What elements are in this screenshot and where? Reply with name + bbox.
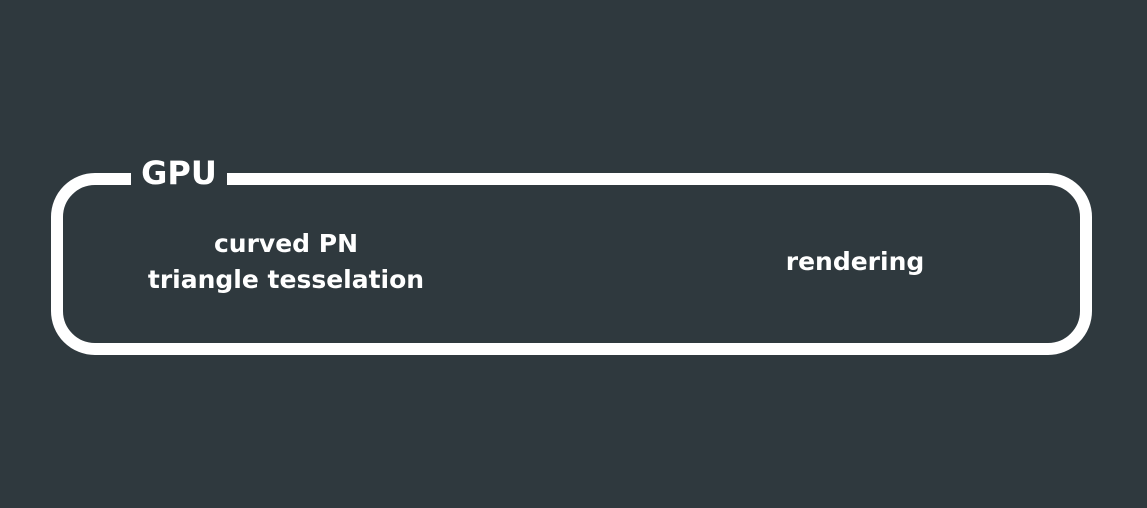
diagram-canvas: GPU curved PN triangle tesselation rende…	[0, 0, 1147, 508]
gpu-container-label: GPU	[131, 150, 227, 196]
rendering-stage-label: rendering	[785, 247, 925, 276]
tessellation-stage: curved PN triangle tesselation	[131, 226, 441, 298]
rendering-stage: rendering	[760, 244, 950, 280]
tessellation-stage-line-2: triangle tesselation	[147, 265, 425, 294]
tessellation-stage-line-1: curved PN	[213, 229, 359, 258]
